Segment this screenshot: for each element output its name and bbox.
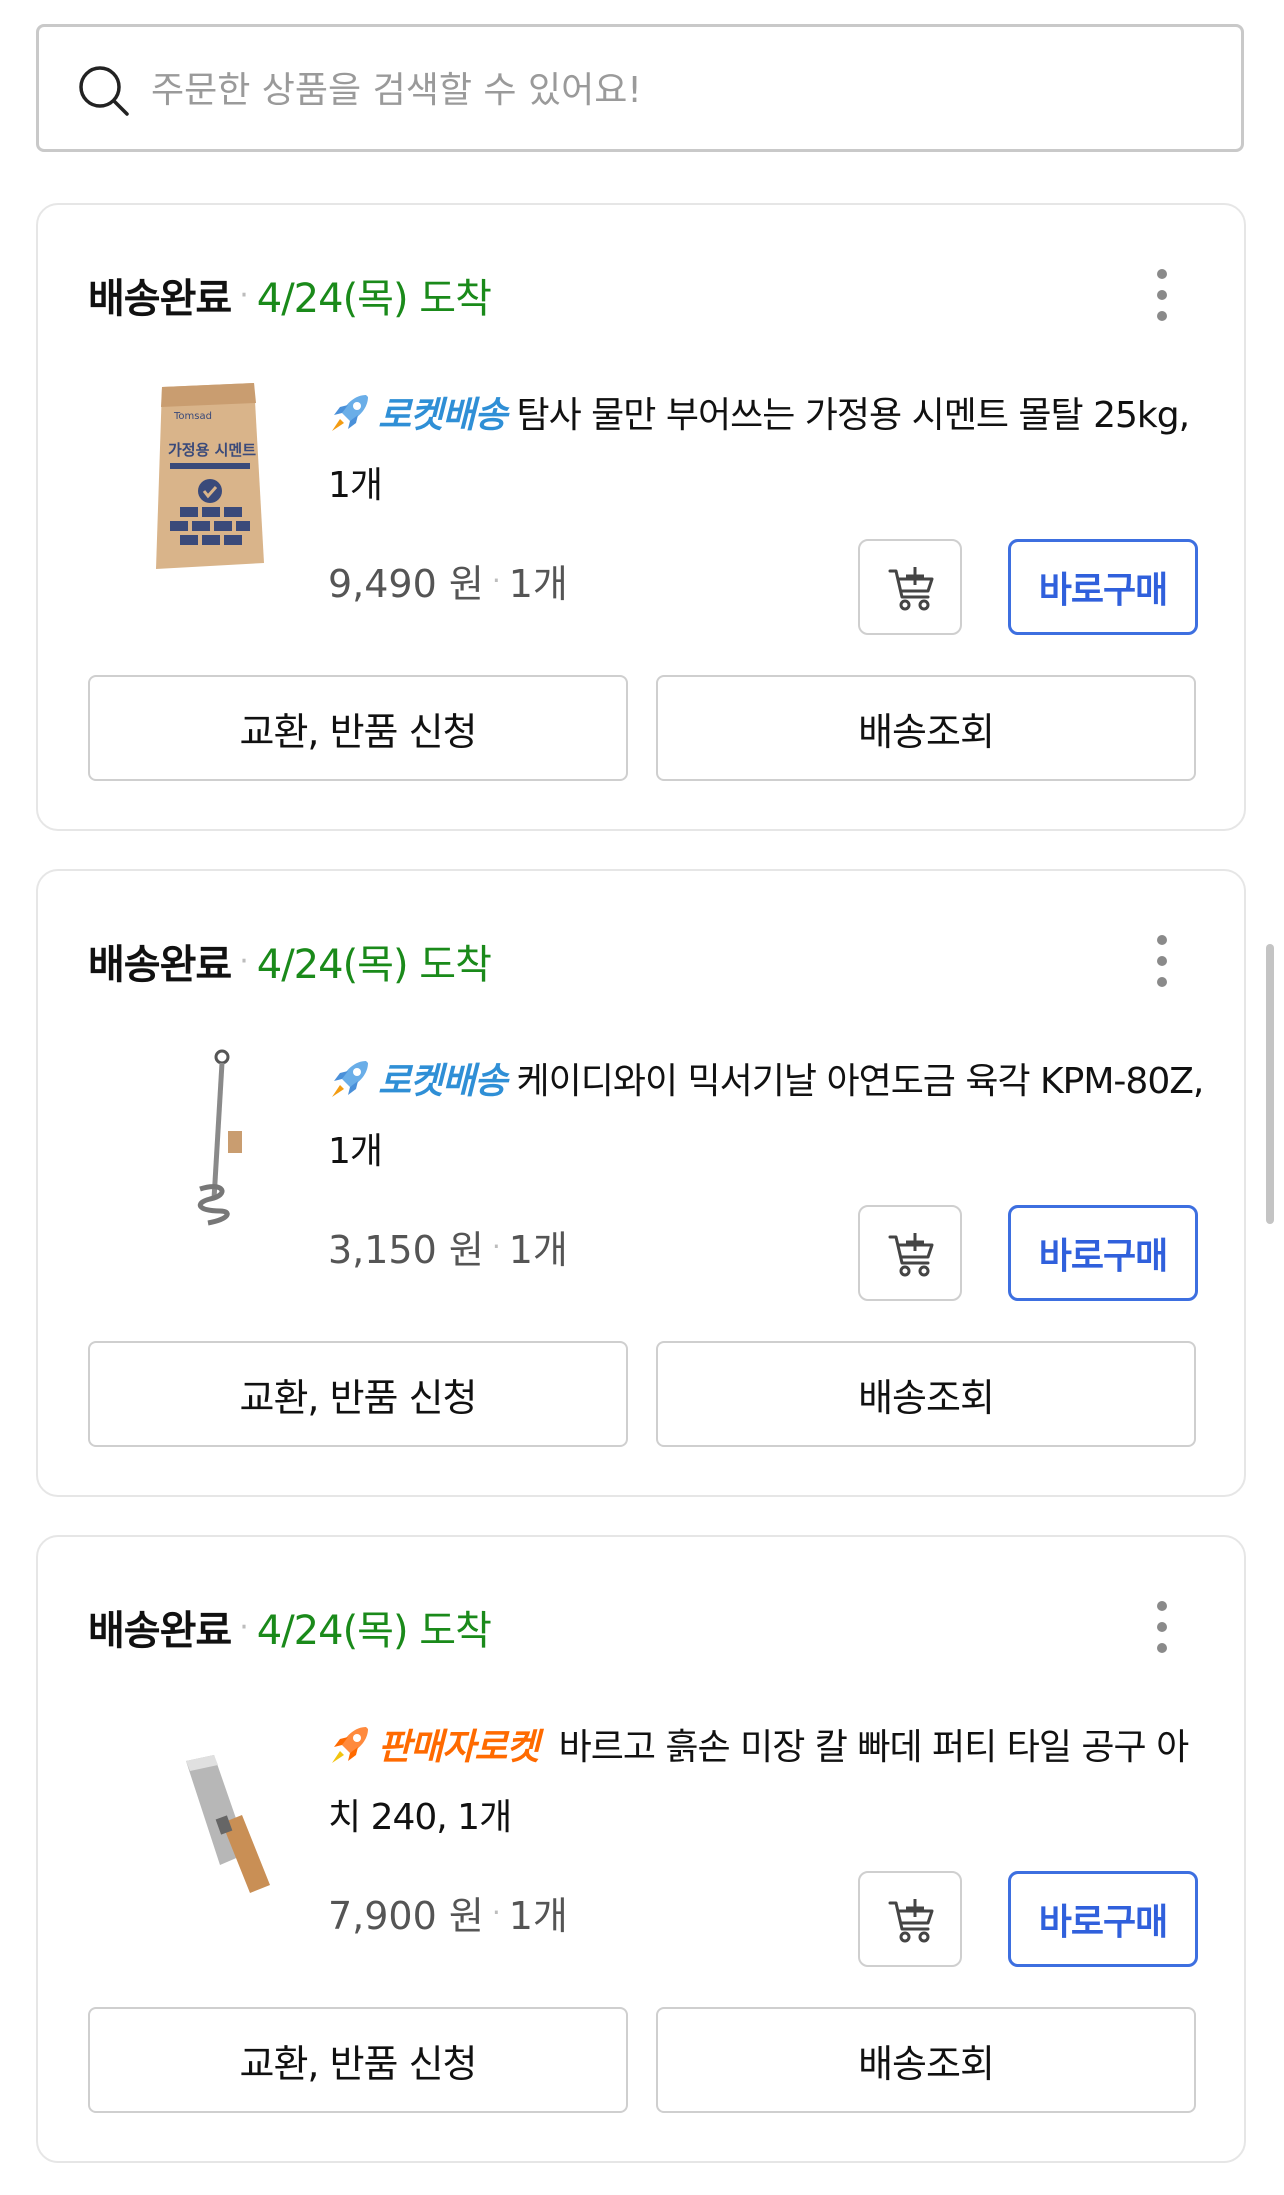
rocket-delivery-badge: 로켓배송 <box>378 395 507 436</box>
price: 3,150 원 <box>328 1227 484 1272</box>
order-card: 배송완료 · 4/24(목) 도착 판매자로켓 바르고 흙손 미장 칼 빠데 퍼티… <box>36 1535 1246 2163</box>
price: 9,490 원 <box>328 561 484 606</box>
thumb-brand: Tomsad <box>173 411 212 422</box>
rocket-icon <box>332 1727 368 1763</box>
delivery-status-line: 배송완료 · 4/24(목) 도착 <box>88 933 492 989</box>
search-input[interactable] <box>149 57 1213 123</box>
arrival-date: 4/24(목) 도착 <box>256 1608 492 1654</box>
add-to-cart-button[interactable] <box>858 539 962 635</box>
order-search-bar[interactable] <box>36 24 1244 152</box>
quantity: 1개 <box>508 561 568 606</box>
buy-now-button[interactable]: 바로구매 <box>1008 1871 1198 1967</box>
price-line: 3,150 원 · 1개 <box>328 1211 568 1281</box>
track-delivery-button[interactable]: 배송조회 <box>656 675 1196 781</box>
more-options-icon[interactable] <box>1152 1601 1172 1653</box>
add-to-cart-button[interactable] <box>858 1205 962 1301</box>
rocket-icon <box>332 1061 368 1097</box>
buy-now-button[interactable]: 바로구매 <box>1008 1205 1198 1301</box>
buy-now-button[interactable]: 바로구매 <box>1008 539 1198 635</box>
delivery-status: 배송완료 <box>88 942 232 988</box>
price-line: 9,490 원 · 1개 <box>328 545 568 615</box>
more-options-icon[interactable] <box>1152 935 1172 987</box>
product-thumbnail[interactable] <box>114 1039 294 1239</box>
product-title[interactable]: 로켓배송 케이디와이 믹서기날 아연도금 육각 KPM-80Z, 1개 <box>328 1047 1218 1187</box>
separator-dot: · <box>491 1895 501 1929</box>
quantity: 1개 <box>508 1893 568 1938</box>
rocket-delivery-badge: 로켓배송 <box>378 1061 507 1102</box>
search-icon <box>79 66 129 116</box>
separator-dot: · <box>239 943 249 979</box>
separator-dot: · <box>239 1609 249 1645</box>
arrival-date: 4/24(목) 도착 <box>256 942 492 988</box>
exchange-return-button[interactable]: 교환, 반품 신청 <box>88 2007 628 2113</box>
add-to-cart-icon <box>888 1233 934 1277</box>
more-options-icon[interactable] <box>1152 269 1172 321</box>
price-line: 7,900 원 · 1개 <box>328 1877 568 1947</box>
rocket-icon <box>332 395 368 431</box>
delivery-status: 배송완료 <box>88 1608 232 1654</box>
seller-rocket-badge: 판매자로켓 <box>378 1727 540 1768</box>
exchange-return-button[interactable]: 교환, 반품 신청 <box>88 1341 628 1447</box>
delivery-status-line: 배송완료 · 4/24(목) 도착 <box>88 267 492 323</box>
scrollbar[interactable] <box>1266 944 1274 1224</box>
add-to-cart-button[interactable] <box>858 1871 962 1967</box>
order-card: 배송완료 · 4/24(목) 도착 로켓배송 케이디와이 믹서기날 아연도금 육각… <box>36 869 1246 1497</box>
arrival-date: 4/24(목) 도착 <box>256 276 492 322</box>
thumb-title: 가정용 시멘트 <box>168 441 256 459</box>
track-delivery-button[interactable]: 배송조회 <box>656 2007 1196 2113</box>
add-to-cart-icon <box>888 567 934 611</box>
product-thumbnail[interactable] <box>114 1705 294 1905</box>
product-title[interactable]: 로켓배송 탐사 물만 부어쓰는 가정용 시멘트 몰탈 25kg, 1개 <box>328 381 1218 521</box>
separator-dot: · <box>239 277 249 313</box>
delivery-status-line: 배송완료 · 4/24(목) 도착 <box>88 1599 492 1655</box>
price: 7,900 원 <box>328 1893 484 1938</box>
quantity: 1개 <box>508 1227 568 1272</box>
delivery-status: 배송완료 <box>88 276 232 322</box>
separator-dot: · <box>491 563 501 597</box>
track-delivery-button[interactable]: 배송조회 <box>656 1341 1196 1447</box>
product-thumbnail[interactable]: Tomsad 가정용 시멘트 <box>114 373 294 573</box>
exchange-return-button[interactable]: 교환, 반품 신청 <box>88 675 628 781</box>
order-card: 배송완료 · 4/24(목) 도착 Tomsad 가정용 시멘트 로켓배송 탐사… <box>36 203 1246 831</box>
product-title[interactable]: 판매자로켓 바르고 흙손 미장 칼 빠데 퍼티 타일 공구 아치 240, 1개 <box>328 1713 1218 1853</box>
separator-dot: · <box>491 1229 501 1263</box>
add-to-cart-icon <box>888 1899 934 1943</box>
